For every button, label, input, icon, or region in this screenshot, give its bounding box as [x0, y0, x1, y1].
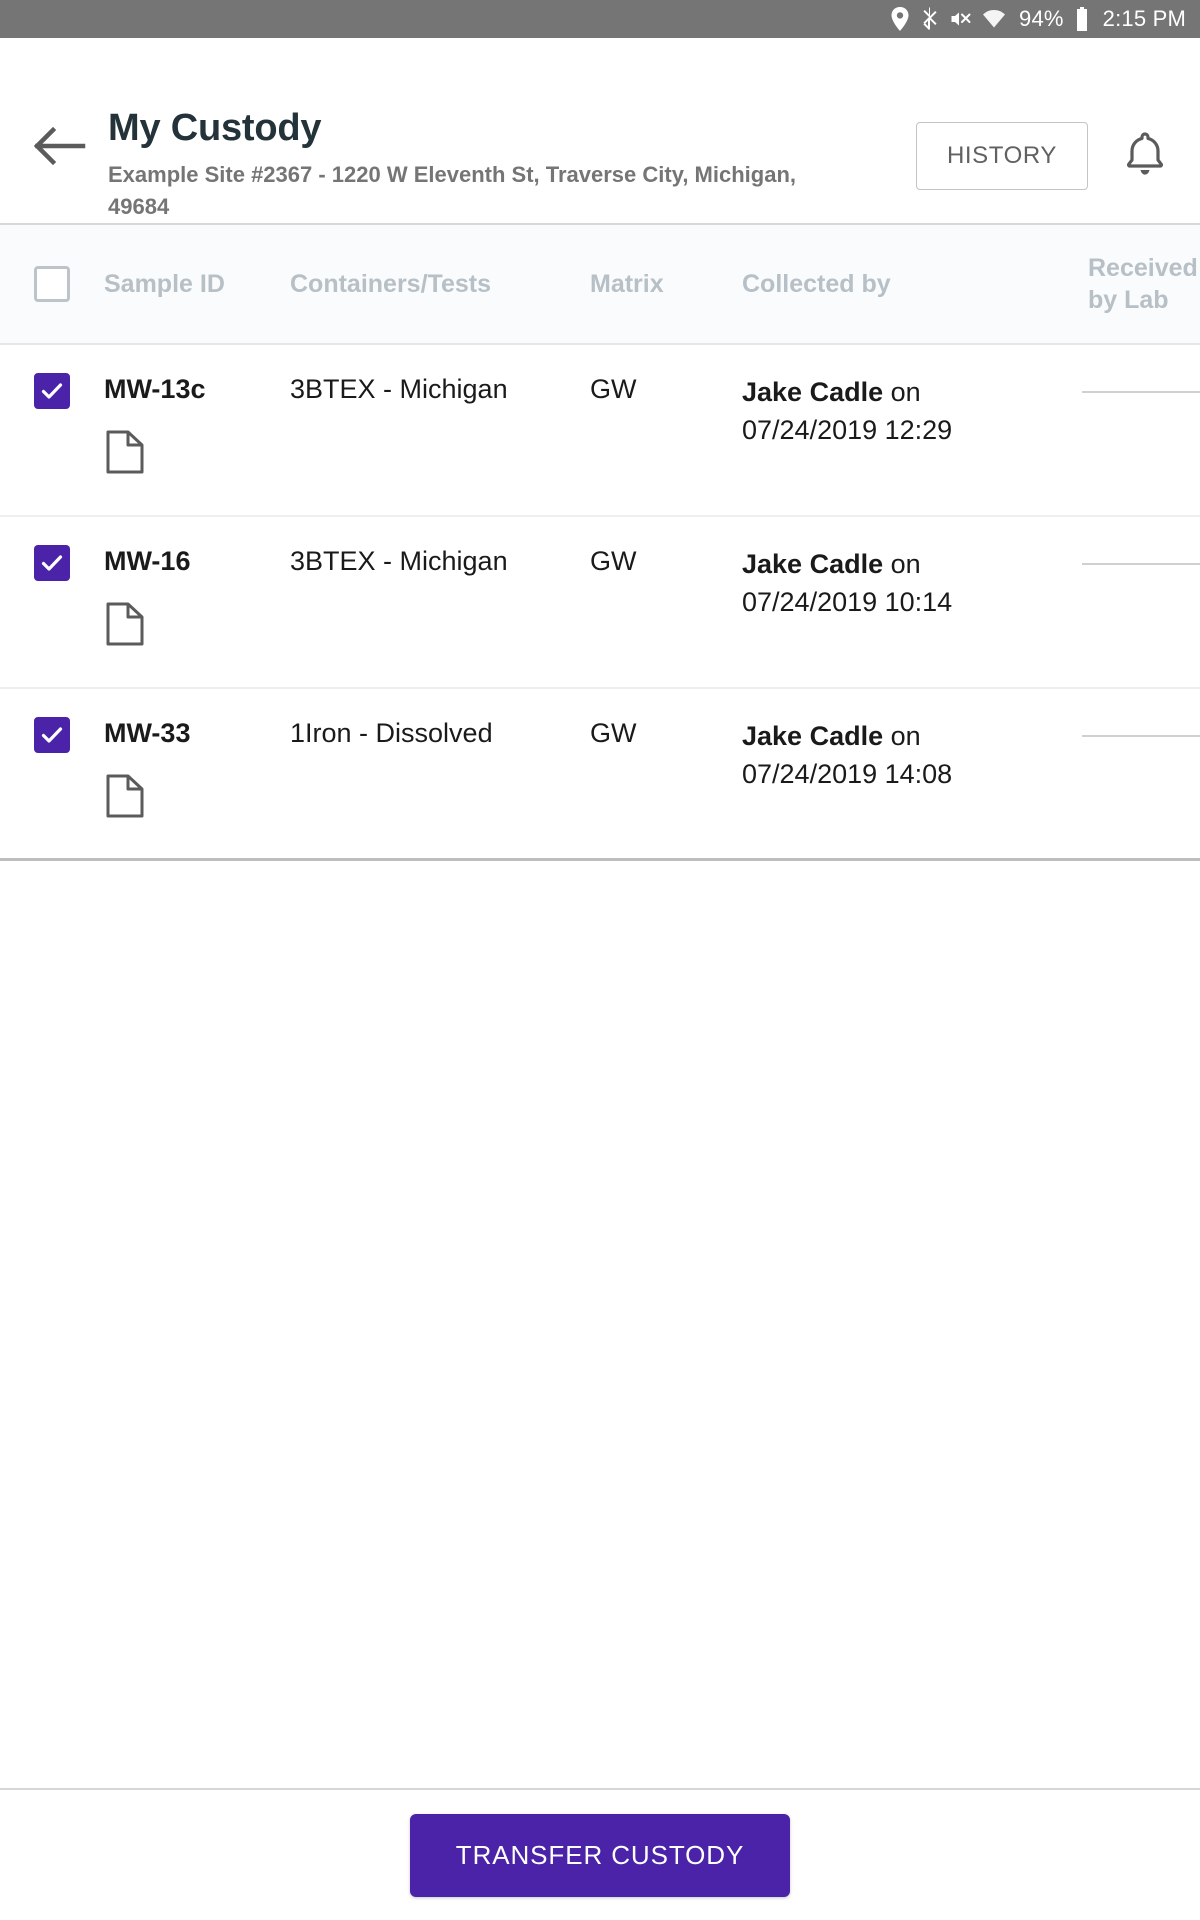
page-title: My Custody — [108, 107, 322, 149]
column-header-containers-tests: Containers/Tests — [290, 270, 491, 298]
cell-matrix: GW — [590, 689, 742, 751]
collected-by-name: Jake Cadle — [742, 377, 884, 407]
row-select-cell — [0, 517, 104, 581]
app-bar-actions: HISTORY — [915, 122, 1176, 190]
select-all-checkbox[interactable] — [34, 266, 70, 302]
android-status-bar: 94% 2:15 PM — [0, 0, 1200, 38]
collected-on-timestamp: 07/24/2019 10:14 — [742, 587, 953, 618]
select-all-cell — [0, 266, 104, 302]
column-header-collected-by: Collected by — [742, 270, 891, 298]
wifi-icon — [982, 9, 1006, 29]
table-row[interactable]: MW-33 1Iron - Dissolved GW Jake Cadle on… — [0, 689, 1200, 861]
cell-matrix: GW — [590, 345, 742, 407]
cell-collected-by: Jake Cadle on 07/24/2019 10:14 — [742, 517, 1082, 622]
custody-sample-table: Sample ID Containers/Tests Matrix Collec… — [0, 223, 1200, 861]
collected-by-name: Jake Cadle — [742, 549, 884, 579]
collected-on-timestamp: 07/24/2019 14:08 — [742, 759, 953, 790]
cell-containers-tests: 3BTEX - Michigan — [290, 517, 590, 579]
received-placeholder-line — [1082, 563, 1200, 565]
containers-tests-label: 3BTEX - Michigan — [290, 546, 508, 576]
cell-containers-tests: 3BTEX - Michigan — [290, 345, 590, 407]
cell-sample-id: MW-13c — [104, 345, 290, 475]
app-root: 94% 2:15 PM My Custody Example Site #236… — [0, 0, 1200, 1920]
collected-by-joiner: on — [883, 549, 921, 579]
table-row[interactable]: MW-16 3BTEX - Michigan GW Jake Cadle on … — [0, 517, 1200, 689]
column-header-matrix: Matrix — [590, 270, 664, 298]
cell-containers-tests: 1Iron - Dissolved — [290, 689, 590, 751]
containers-tests-label: 3BTEX - Michigan — [290, 374, 508, 404]
mute-icon — [949, 8, 971, 30]
back-button[interactable] — [24, 112, 96, 184]
transfer-custody-button[interactable]: TRANSFER CUSTODY — [409, 1813, 791, 1897]
history-button[interactable]: HISTORY — [915, 122, 1088, 190]
cell-collected-by: Jake Cadle on 07/24/2019 12:29 — [742, 345, 1082, 450]
collected-on-timestamp: 07/24/2019 12:29 — [742, 415, 953, 446]
sample-id-label: MW-33 — [104, 718, 191, 748]
row-select-cell — [0, 345, 104, 409]
empty-list-area — [0, 861, 1200, 1788]
cell-received-by-lab: Not Received — [1082, 689, 1200, 751]
cell-received-by-lab: Not Received — [1082, 345, 1200, 407]
cell-sample-id: MW-33 — [104, 689, 290, 819]
column-header-received-by-lab: Received by Lab — [1088, 254, 1198, 314]
sample-id-label: MW-16 — [104, 546, 191, 576]
matrix-label: GW — [590, 718, 637, 748]
matrix-label: GW — [590, 546, 637, 576]
cell-matrix: GW — [590, 517, 742, 579]
status-bar-icons: 94% 2:15 PM — [890, 6, 1186, 32]
received-placeholder-line — [1082, 391, 1200, 393]
cell-sample-id: MW-16 — [104, 517, 290, 647]
document-icon — [104, 774, 146, 823]
notifications-button[interactable] — [1114, 125, 1176, 187]
app-bar: My Custody Example Site #2367 - 1220 W E… — [0, 38, 1200, 223]
attachment-button[interactable] — [104, 601, 146, 647]
collected-by-joiner: on — [883, 721, 921, 751]
location-icon — [890, 7, 910, 31]
page-subtitle: Example Site #2367 - 1220 W Eleventh St,… — [108, 161, 796, 219]
cell-received-by-lab: Not Received — [1082, 517, 1200, 579]
containers-tests-label: 1Iron - Dissolved — [290, 718, 493, 748]
table-row[interactable]: MW-13c 3BTEX - Michigan GW Jake Cadle on… — [0, 345, 1200, 517]
battery-percent-label: 94% — [1019, 6, 1064, 31]
row-checkbox[interactable] — [34, 717, 70, 753]
collected-by-joiner: on — [883, 377, 921, 407]
row-checkbox[interactable] — [34, 545, 70, 581]
app-bar-titles: My Custody Example Site #2367 - 1220 W E… — [96, 64, 916, 223]
row-checkbox[interactable] — [34, 373, 70, 409]
back-arrow-icon — [33, 126, 87, 171]
document-icon — [104, 602, 146, 651]
attachment-button[interactable] — [104, 429, 146, 475]
column-header-sample-id: Sample ID — [104, 270, 225, 298]
status-bar-clock: 2:15 PM — [1102, 6, 1186, 31]
matrix-label: GW — [590, 374, 637, 404]
notification-bell-icon — [1123, 131, 1167, 182]
sample-id-label: MW-13c — [104, 374, 206, 404]
collected-by-name: Jake Cadle — [742, 721, 884, 751]
row-select-cell — [0, 689, 104, 753]
cell-collected-by: Jake Cadle on 07/24/2019 14:08 — [742, 689, 1082, 794]
received-placeholder-line — [1082, 735, 1200, 737]
attachment-button[interactable] — [104, 773, 146, 819]
battery-icon — [1075, 7, 1089, 31]
document-icon — [104, 430, 146, 479]
table-header-row: Sample ID Containers/Tests Matrix Collec… — [0, 225, 1200, 345]
bluetooth-icon — [921, 7, 938, 31]
footer-bar: TRANSFER CUSTODY — [0, 1788, 1200, 1920]
